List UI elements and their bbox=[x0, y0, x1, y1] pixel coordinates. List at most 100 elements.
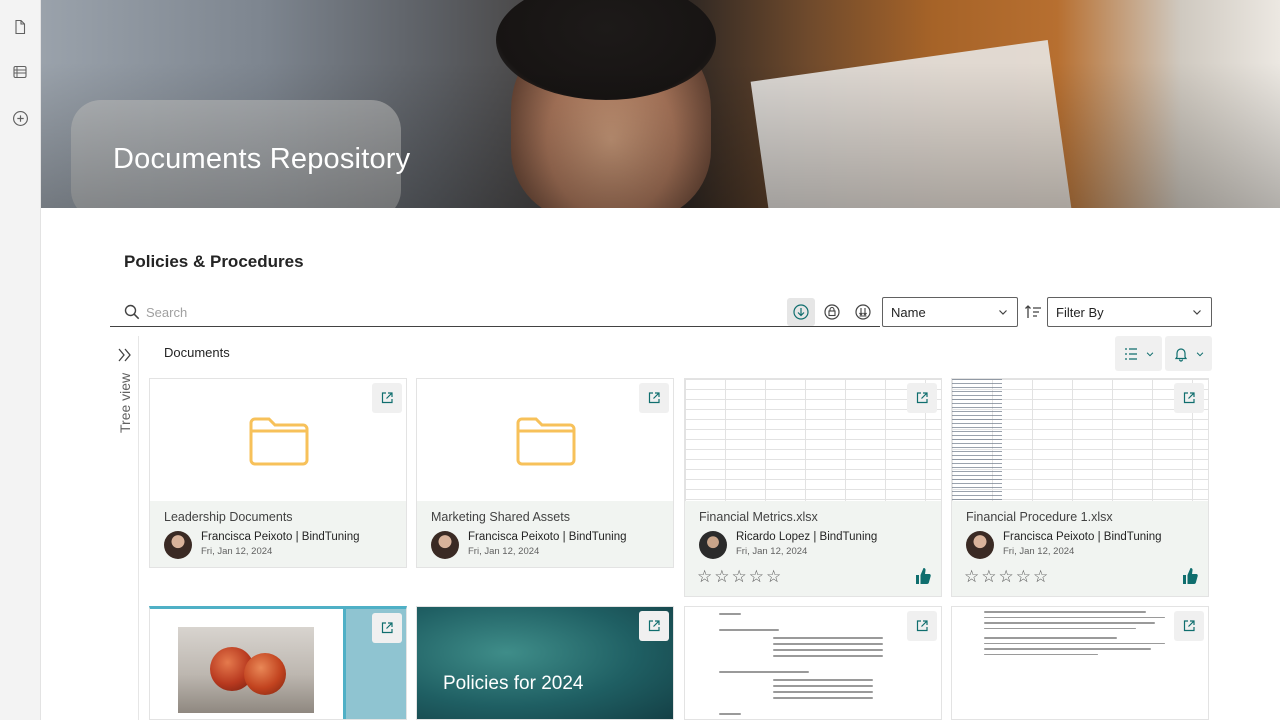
star-icon[interactable]: ☆ bbox=[749, 568, 764, 585]
search-bar bbox=[110, 297, 880, 327]
apple-image bbox=[178, 627, 314, 713]
card-title[interactable]: Marketing Shared Assets bbox=[431, 510, 570, 524]
tree-view-label[interactable]: Tree view bbox=[117, 373, 133, 433]
view-options-button[interactable] bbox=[1115, 336, 1162, 371]
page-title: Documents Repository bbox=[113, 143, 411, 175]
search-icon bbox=[124, 304, 140, 320]
card-date: Fri, Jan 12, 2024 bbox=[736, 546, 808, 557]
filter-by-value: Filter By bbox=[1056, 305, 1104, 320]
document-card[interactable] bbox=[149, 606, 407, 720]
like-icon[interactable] bbox=[915, 567, 931, 585]
search-input[interactable] bbox=[146, 303, 746, 321]
download-filter-button[interactable] bbox=[787, 298, 815, 326]
card-meta: Leadership Documents Francisca Peixoto |… bbox=[150, 501, 406, 567]
card-date: Fri, Jan 12, 2024 bbox=[468, 546, 540, 557]
card-thumbnail bbox=[685, 379, 941, 501]
document-card[interactable]: Policies for 2024 bbox=[416, 606, 674, 720]
doc-preview-lines bbox=[719, 709, 741, 719]
star-icon[interactable]: ☆ bbox=[981, 568, 996, 585]
download-circle-icon bbox=[793, 304, 809, 320]
document-card[interactable]: Financial Procedure 1.xlsx Francisca Pei… bbox=[951, 378, 1209, 597]
share-button[interactable] bbox=[639, 611, 669, 641]
document-card[interactable]: Marketing Shared Assets Francisca Peixot… bbox=[416, 378, 674, 568]
chevron-down-icon bbox=[1146, 351, 1153, 356]
star-icon[interactable]: ☆ bbox=[1033, 568, 1048, 585]
chevron-down-icon bbox=[1196, 351, 1203, 356]
share-button[interactable] bbox=[1174, 383, 1204, 413]
card-title[interactable]: Financial Metrics.xlsx bbox=[699, 510, 818, 524]
share-icon bbox=[916, 620, 928, 632]
sort-by-select[interactable]: Name bbox=[882, 297, 1018, 327]
card-meta: Financial Procedure 1.xlsx Francisca Pei… bbox=[952, 501, 1208, 596]
star-icon[interactable]: ☆ bbox=[732, 568, 747, 585]
star-icon[interactable]: ☆ bbox=[964, 568, 979, 585]
avatar bbox=[164, 531, 192, 559]
filter-by-select[interactable]: Filter By bbox=[1047, 297, 1212, 327]
share-button[interactable] bbox=[907, 383, 937, 413]
share-icon bbox=[381, 622, 393, 634]
chevron-down-icon bbox=[1193, 310, 1201, 315]
like-icon[interactable] bbox=[1182, 567, 1198, 585]
card-thumbnail bbox=[952, 379, 1208, 501]
card-thumbnail bbox=[150, 379, 406, 501]
lock-circle-icon bbox=[824, 304, 840, 320]
checked-out-filter-button[interactable] bbox=[818, 298, 846, 326]
notifications-button[interactable] bbox=[1165, 336, 1212, 371]
card-author: Francisca Peixoto | BindTuning bbox=[1003, 531, 1162, 543]
card-author: Ricardo Lopez | BindTuning bbox=[736, 531, 878, 543]
card-author: Francisca Peixoto | BindTuning bbox=[468, 531, 627, 543]
downloads-filter-button[interactable] bbox=[849, 298, 877, 326]
card-meta: Marketing Shared Assets Francisca Peixot… bbox=[417, 501, 673, 567]
add-circle-icon[interactable] bbox=[8, 106, 32, 130]
star-icon[interactable]: ☆ bbox=[999, 568, 1014, 585]
hero-shade bbox=[41, 0, 1280, 208]
avatar bbox=[431, 531, 459, 559]
breadcrumb[interactable]: Documents bbox=[164, 345, 230, 360]
double-download-circle-icon bbox=[855, 304, 871, 320]
star-icon[interactable]: ☆ bbox=[714, 568, 729, 585]
list-icon[interactable] bbox=[8, 60, 32, 84]
card-date: Fri, Jan 12, 2024 bbox=[201, 546, 273, 557]
spreadsheet-text bbox=[952, 379, 1002, 501]
avatar bbox=[966, 531, 994, 559]
card-thumbnail bbox=[952, 607, 1208, 719]
share-button[interactable] bbox=[372, 383, 402, 413]
sort-direction-icon[interactable] bbox=[1023, 302, 1043, 322]
share-button[interactable] bbox=[1174, 611, 1204, 641]
star-icon[interactable]: ☆ bbox=[1016, 568, 1031, 585]
sort-by-value: Name bbox=[891, 305, 926, 320]
document-card[interactable] bbox=[951, 606, 1209, 720]
doc-preview-lines bbox=[773, 675, 873, 703]
doc-preview-lines bbox=[984, 607, 1174, 659]
left-rail bbox=[0, 0, 41, 720]
rating-stars[interactable]: ☆ ☆ ☆ ☆ ☆ bbox=[964, 568, 1048, 585]
card-date: Fri, Jan 12, 2024 bbox=[1003, 546, 1075, 557]
share-button[interactable] bbox=[907, 611, 937, 641]
bell-icon bbox=[1174, 347, 1187, 362]
document-card[interactable] bbox=[684, 606, 942, 720]
hero-banner: Documents Repository bbox=[41, 0, 1280, 208]
share-button[interactable] bbox=[639, 383, 669, 413]
tree-divider bbox=[138, 336, 139, 720]
doc-preview-lines bbox=[773, 633, 883, 661]
star-icon[interactable]: ☆ bbox=[697, 568, 712, 585]
list-view-icon bbox=[1124, 347, 1137, 360]
avatar bbox=[699, 531, 727, 559]
card-thumbnail bbox=[150, 609, 406, 719]
share-button[interactable] bbox=[372, 613, 402, 643]
star-icon[interactable]: ☆ bbox=[766, 568, 781, 585]
rating-stars[interactable]: ☆ ☆ ☆ ☆ ☆ bbox=[697, 568, 781, 585]
card-thumbnail bbox=[685, 607, 941, 719]
share-icon bbox=[1183, 620, 1195, 632]
slide-title: Policies for 2024 bbox=[443, 673, 584, 694]
share-icon bbox=[1183, 392, 1195, 404]
doc-preview-lines bbox=[719, 625, 779, 635]
document-card[interactable]: Leadership Documents Francisca Peixoto |… bbox=[149, 378, 407, 568]
card-author: Francisca Peixoto | BindTuning bbox=[201, 531, 360, 543]
expand-tree-icon[interactable] bbox=[116, 346, 134, 364]
document-icon[interactable] bbox=[8, 15, 32, 39]
card-title[interactable]: Financial Procedure 1.xlsx bbox=[966, 510, 1113, 524]
card-title[interactable]: Leadership Documents bbox=[164, 510, 293, 524]
folder-icon bbox=[249, 417, 309, 466]
document-card[interactable]: Financial Metrics.xlsx Ricardo Lopez | B… bbox=[684, 378, 942, 597]
